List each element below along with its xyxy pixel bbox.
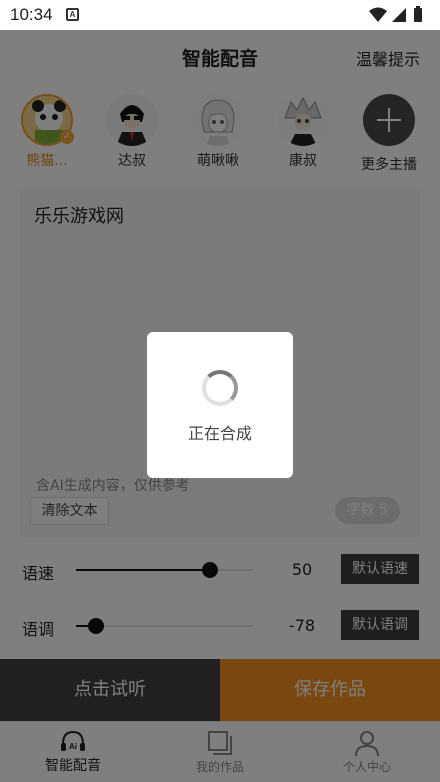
status-time-overlay: 10:34 — [10, 5, 53, 24]
battery-icon — [414, 8, 422, 22]
signal-icon — [392, 8, 406, 22]
spinner-icon — [202, 370, 238, 406]
status-icons-overlay — [369, 6, 422, 22]
status-bar-cover: 10:34 A — [0, 0, 440, 30]
a-badge-icon: A — [66, 8, 79, 21]
wifi-icon — [369, 7, 387, 22]
loading-text: 正在合成 — [187, 424, 252, 443]
loading-dialog: 正在合成 — [147, 332, 293, 478]
